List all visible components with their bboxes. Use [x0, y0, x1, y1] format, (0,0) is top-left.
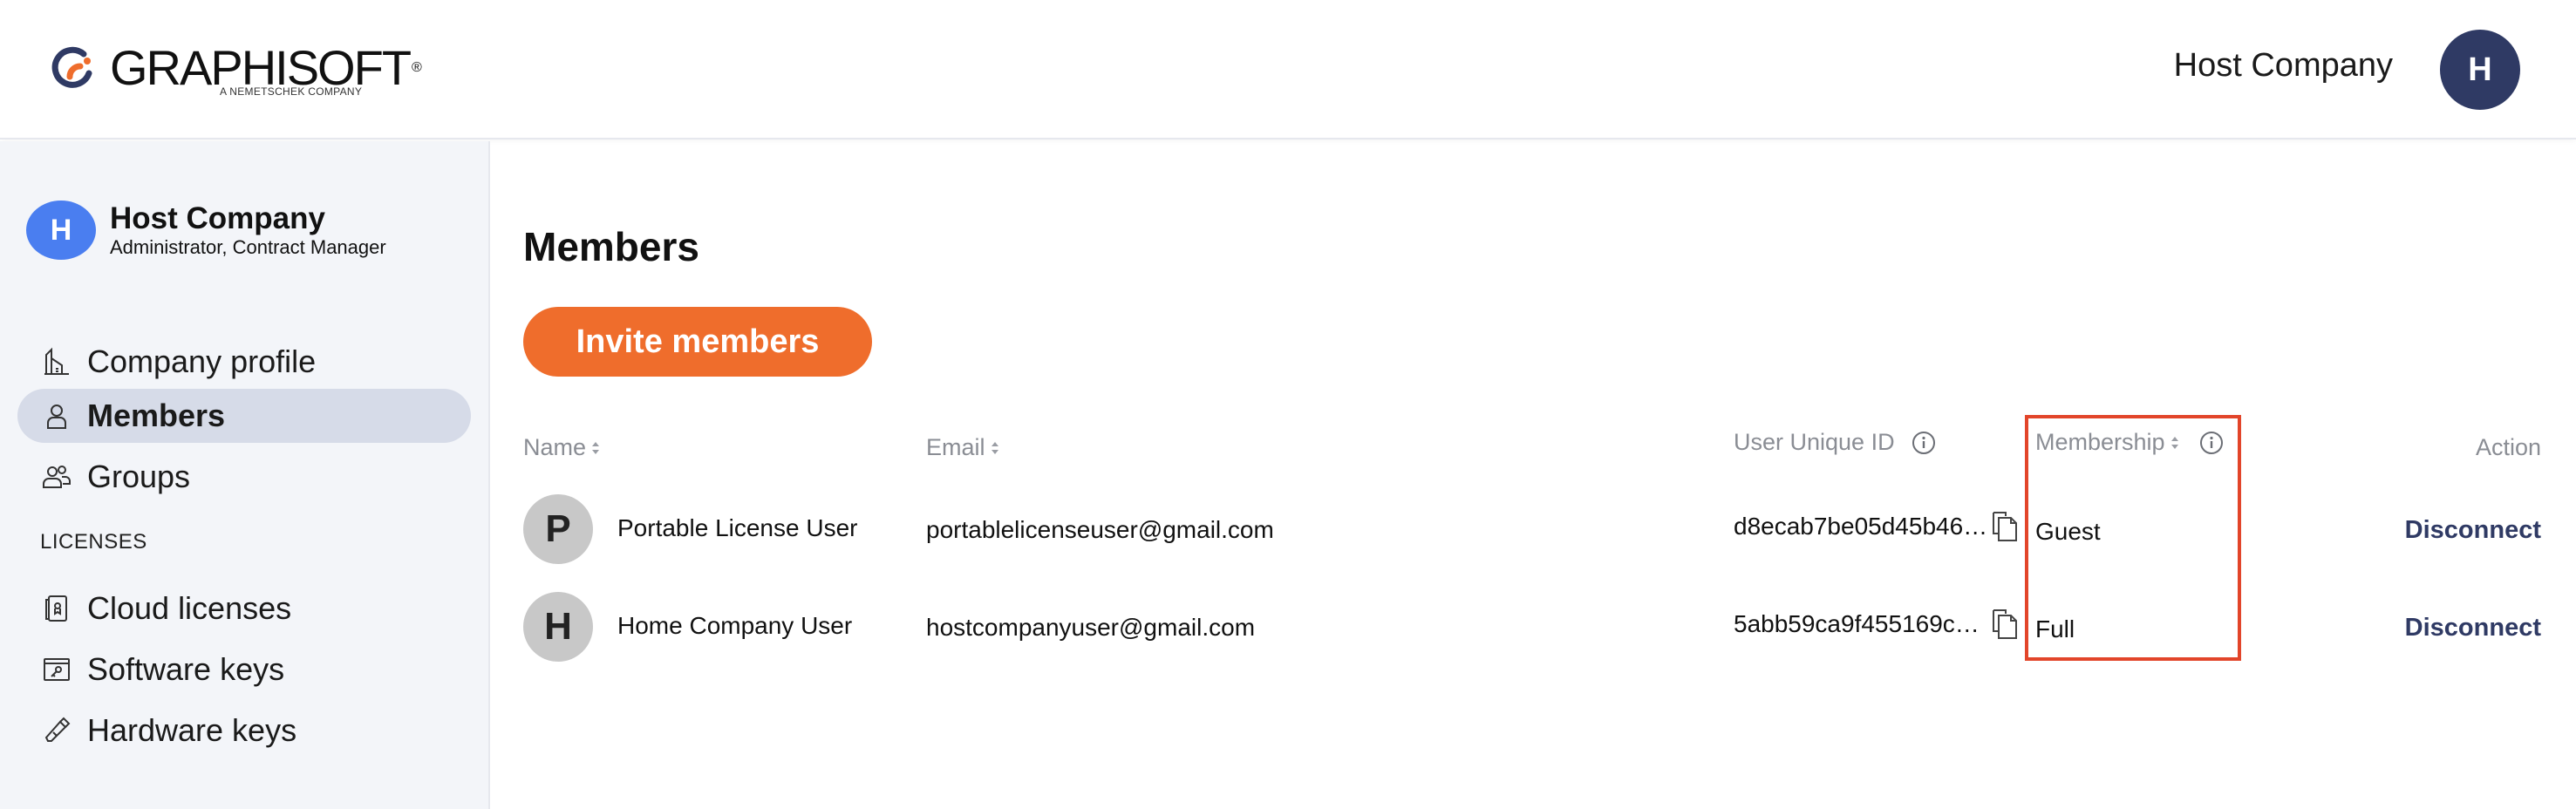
column-header-action: Action: [2475, 434, 2541, 460]
sidebar-item-label: Cloud licenses: [87, 590, 292, 626]
row-user-unique-id: d8ecab7be05d45b46…: [1734, 513, 1988, 540]
invite-members-button[interactable]: Invite members: [523, 307, 872, 377]
sidebar-item-label: Software keys: [87, 651, 285, 687]
company-avatar: H: [26, 201, 96, 260]
column-header-name[interactable]: Name: [523, 434, 600, 461]
sidebar: H Host Company Administrator, Contract M…: [0, 141, 490, 809]
sidebar-item-label: Groups: [87, 459, 191, 494]
top-header: GRAPHISOFT ® A NEMETSCHEK COMPANY Host Co…: [0, 0, 2576, 139]
row-avatar: P: [523, 494, 593, 564]
logo-tagline: A NEMETSCHEK COMPANY: [220, 85, 363, 98]
sidebar-item-cloud-licenses[interactable]: Cloud licenses: [17, 581, 471, 636]
people-icon: [40, 460, 73, 493]
person-icon: [40, 399, 73, 432]
header-company-name: Host Company: [2173, 47, 2393, 84]
sidebar-item-label: Hardware keys: [87, 712, 297, 748]
software-key-icon: [40, 653, 73, 686]
copy-icon[interactable]: [1990, 509, 2020, 542]
sidebar-company-card: H Host Company Administrator, Contract M…: [26, 201, 386, 260]
sidebar-item-members[interactable]: Members: [17, 389, 471, 443]
sidebar-company-name: Host Company: [110, 201, 325, 235]
row-avatar: H: [523, 592, 593, 662]
sidebar-company-role: Administrator, Contract Manager: [110, 236, 386, 258]
sort-icon: [592, 441, 600, 454]
column-header-email[interactable]: Email: [926, 434, 999, 461]
page-title: Members: [523, 224, 699, 269]
row-user-unique-id: 5abb59ca9f455169c…: [1734, 610, 1980, 637]
column-header-user-unique-id: User Unique ID: [1734, 429, 1937, 456]
info-icon[interactable]: [1911, 430, 1937, 456]
sidebar-item-label: Company profile: [87, 343, 317, 379]
sidebar-item-groups[interactable]: Groups: [17, 450, 471, 504]
sidebar-item-label: Members: [87, 398, 226, 433]
row-email: portablelicenseuser@gmail.com: [926, 516, 1274, 543]
disconnect-button[interactable]: Disconnect: [2405, 614, 2541, 642]
row-name: Home Company User: [617, 612, 853, 639]
sidebar-item-software-keys[interactable]: Software keys: [17, 642, 471, 697]
user-avatar[interactable]: H: [2440, 30, 2520, 110]
graphisoft-logo-icon: [49, 44, 98, 92]
copy-icon[interactable]: [1990, 607, 2020, 640]
sidebar-item-company-profile[interactable]: Company profile: [17, 335, 471, 389]
disconnect-button[interactable]: Disconnect: [2405, 516, 2541, 545]
hardware-key-icon: [40, 714, 73, 747]
licenses-section-label: LICENSES: [40, 530, 147, 554]
building-icon: [40, 345, 73, 378]
row-email: hostcompanyuser@gmail.com: [926, 614, 1256, 641]
sort-icon: [991, 441, 998, 454]
row-name: Portable License User: [617, 514, 858, 541]
sidebar-item-hardware-keys[interactable]: Hardware keys: [17, 704, 471, 758]
membership-highlight-box: [2025, 415, 2241, 661]
cloud-license-icon: [40, 592, 73, 625]
